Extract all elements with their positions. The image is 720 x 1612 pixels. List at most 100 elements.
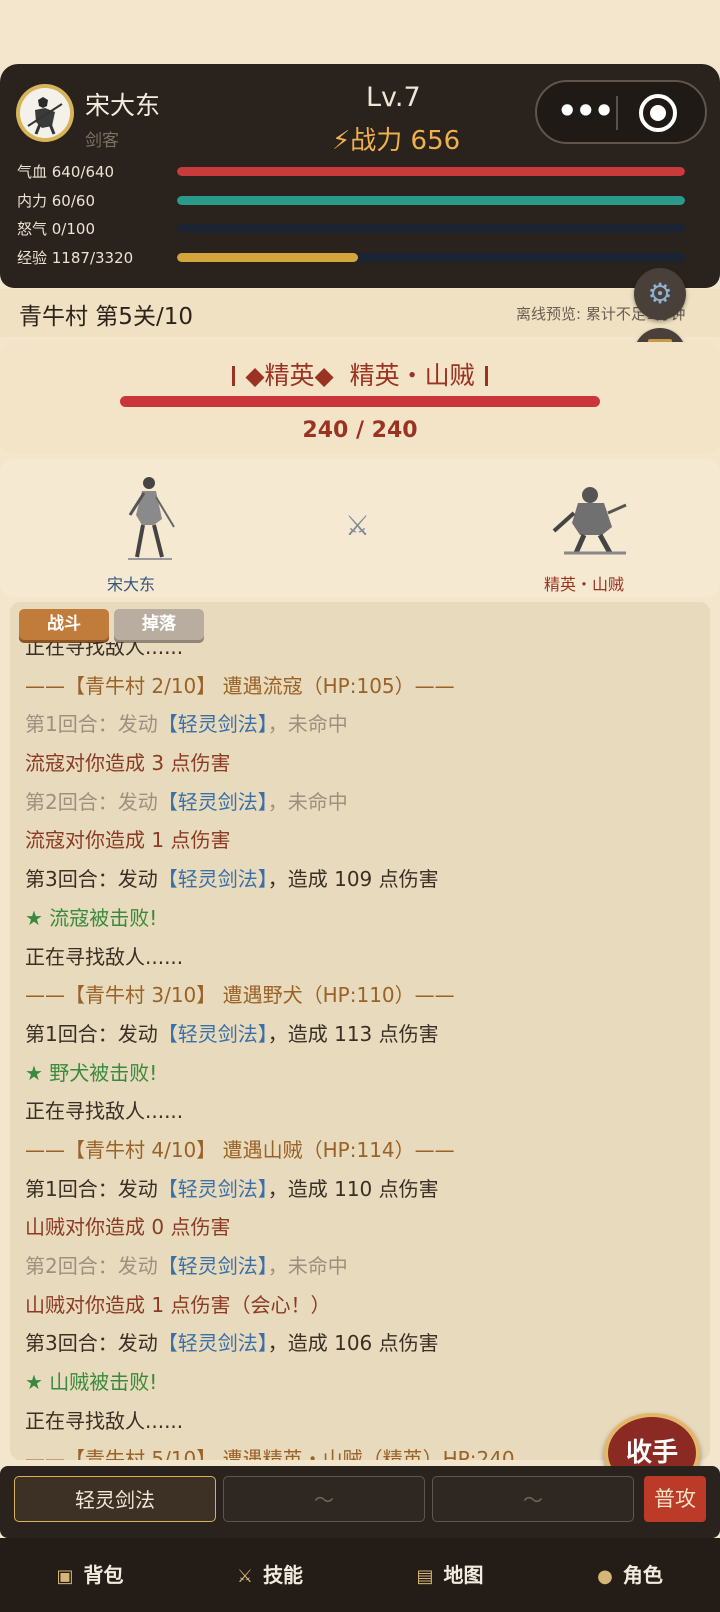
log-text: ——【青牛村 3/10】 遭遇野犬（HP:110）—— bbox=[25, 983, 455, 1008]
log-line: 第1回合：发动【轻灵剑法】，未命中 bbox=[25, 705, 695, 744]
battle-log[interactable]: 正在寻找敌人...... ——【青牛村 2/10】 遭遇流寇（HP:105）—— 第… bbox=[10, 642, 710, 1460]
battle-scene: ⚔ 宋大东 精英・山贼 bbox=[0, 459, 720, 597]
stat-label: 气血 640/640 bbox=[17, 163, 115, 181]
offline-preview[interactable]: 离线预览: 累计不足1分钟 bbox=[516, 303, 716, 324]
player-level: Lv.7 bbox=[366, 82, 421, 113]
nav-character-label: 角色 bbox=[622, 1563, 663, 1587]
miniprogram-capsule: ••• bbox=[535, 80, 707, 144]
skill-name: 【轻灵剑法】 bbox=[157, 712, 268, 737]
bag-icon: ▣ bbox=[56, 1566, 74, 1587]
log-text: 山贼对你造成 0 点伤害 bbox=[25, 1215, 231, 1240]
log-line: ——【青牛村 3/10】 遭遇野犬（HP:110）—— bbox=[25, 976, 695, 1015]
log-line: 第2回合：发动【轻灵剑法】，未命中 bbox=[25, 783, 695, 822]
log-line: 第3回合：发动【轻灵剑法】，造成 109 点伤害 bbox=[25, 860, 695, 899]
log-text: 第3回合：发动 bbox=[25, 1331, 158, 1356]
log-line: 第3回合：发动【轻灵剑法】，造成 106 点伤害 bbox=[25, 1324, 695, 1363]
bottom-nav: ▣ 背包 ⚔ 技能 ▤ 地图 ● 角色 bbox=[0, 1538, 720, 1612]
nav-character[interactable]: ● 角色 bbox=[540, 1538, 720, 1612]
log-text: ——【青牛村 4/10】 遭遇山贼（HP:114）—— bbox=[25, 1137, 455, 1162]
log-text: ——【青牛村 2/10】 遭遇流寇（HP:105）—— bbox=[25, 673, 455, 698]
player-header: 宋大东 剑客 Lv.7 ⚡战力 656 ●4648 ◆ 0 ••• 气血 640… bbox=[0, 64, 720, 288]
person-icon: ● bbox=[597, 1566, 613, 1587]
nav-skills-label: 技能 bbox=[263, 1563, 304, 1587]
settings-button[interactable]: ⚙ bbox=[634, 268, 686, 320]
log-text: 第1回合：发动 bbox=[25, 712, 158, 737]
log-text: ，未命中 bbox=[267, 1254, 348, 1278]
log-text: ★ 野犬被击败! bbox=[25, 1060, 158, 1085]
top-spacer bbox=[0, 0, 720, 64]
enemy-hp-text: 240 / 240 bbox=[302, 418, 418, 443]
battle-log-panel: 战斗 掉落 正在寻找敌人...... ——【青牛村 2/10】 遭遇流寇（HP:1… bbox=[10, 602, 710, 1460]
skill-name: 【轻灵剑法】 bbox=[157, 789, 268, 814]
log-text: 第1回合：发动 bbox=[25, 1176, 158, 1201]
combat-power-value: 战力 656 bbox=[350, 126, 461, 156]
log-text: ，造成 106 点伤害 bbox=[267, 1331, 439, 1356]
log-text: 第1回合：发动 bbox=[25, 1021, 158, 1046]
log-line: 第1回合：发动【轻灵剑法】，造成 110 点伤害 bbox=[25, 1170, 695, 1209]
stat-row: 经验 1187/3320 bbox=[17, 247, 707, 269]
tab-drops[interactable]: 掉落 bbox=[114, 609, 204, 640]
normal-attack-button[interactable]: 普攻 bbox=[644, 1476, 706, 1522]
skill-name: 【轻灵剑法】 bbox=[157, 1021, 268, 1046]
log-text: ★ 流寇被击败! bbox=[25, 905, 158, 930]
log-text: ——【青牛村 5/10】 遭遇精英・山贼（精英）HP:240 bbox=[25, 1447, 515, 1460]
log-text: ，造成 113 点伤害 bbox=[267, 1021, 439, 1046]
skill-slot-1[interactable]: 轻灵剑法 bbox=[14, 1476, 216, 1522]
log-text: 第2回合：发动 bbox=[25, 1254, 158, 1278]
stat-label: 内力 60/60 bbox=[17, 192, 95, 210]
player-name: 宋大东 bbox=[85, 91, 161, 120]
enemy-title: ◆精英◆ 精英・山贼 bbox=[0, 356, 720, 392]
log-text: 山贼对你造成 1 点伤害（会心！） bbox=[25, 1292, 331, 1317]
enemy-hp-bar bbox=[120, 396, 600, 407]
hero-figure-icon bbox=[128, 477, 175, 560]
log-line: 第2回合：发动【轻灵剑法】，未命中 bbox=[25, 1247, 695, 1286]
skill-name: 【轻灵剑法】 bbox=[157, 1176, 268, 1201]
log-line: 正在寻找敌人...... bbox=[25, 938, 695, 977]
log-text: ，造成 109 点伤害 bbox=[267, 867, 439, 892]
log-text: 第3回合：发动 bbox=[25, 867, 158, 892]
gear-icon: ⚙ bbox=[647, 277, 673, 310]
tab-battle[interactable]: 战斗 bbox=[19, 609, 109, 640]
enemy-name-label: 精英・山贼 bbox=[544, 575, 625, 594]
skill-slot-2[interactable]: ～ bbox=[223, 1476, 425, 1522]
swords-icon: ⚔ bbox=[236, 1566, 254, 1587]
stat-bar-fill bbox=[177, 253, 359, 262]
log-line: 正在寻找敌人...... bbox=[25, 1402, 695, 1441]
enemy-name-title: 精英・山贼 bbox=[349, 361, 475, 390]
stat-row: 气血 640/640 bbox=[17, 161, 707, 183]
stat-bar bbox=[177, 167, 685, 176]
stat-bar bbox=[177, 224, 685, 233]
log-line: ★ 野犬被击败! bbox=[25, 1054, 695, 1093]
log-text: 第2回合：发动 bbox=[25, 789, 158, 814]
stat-bar-fill bbox=[177, 167, 685, 176]
avatar[interactable] bbox=[16, 84, 74, 142]
stat-label: 怒气 0/100 bbox=[17, 220, 95, 238]
nav-map-label: 地图 bbox=[443, 1563, 484, 1587]
stat-row: 怒气 0/100 bbox=[17, 218, 707, 240]
more-icon[interactable]: ••• bbox=[557, 92, 614, 130]
stat-row: 内力 60/60 bbox=[17, 190, 707, 212]
swordsman-portrait-icon bbox=[20, 88, 70, 138]
log-line: 正在寻找敌人...... bbox=[25, 1092, 695, 1131]
nav-bag[interactable]: ▣ 背包 bbox=[0, 1538, 180, 1612]
log-text: 流寇对你造成 3 点伤害 bbox=[25, 751, 231, 776]
stage-name: 青牛村 第5关/10 bbox=[19, 304, 193, 330]
stat-label: 经验 1187/3320 bbox=[17, 249, 134, 267]
skill-name: 【轻灵剑法】 bbox=[157, 867, 268, 892]
log-line: ——【青牛村 4/10】 遭遇山贼（HP:114）—— bbox=[25, 1131, 695, 1170]
stat-bar bbox=[177, 253, 685, 262]
close-miniprogram-icon[interactable] bbox=[639, 94, 677, 132]
elite-tag: ◆精英◆ bbox=[245, 361, 334, 390]
log-text: 正在寻找敌人...... bbox=[25, 642, 184, 659]
log-line: ——【青牛村 5/10】 遭遇精英・山贼（精英）HP:240 bbox=[25, 1440, 695, 1460]
nav-skills[interactable]: ⚔ 技能 bbox=[180, 1538, 360, 1612]
skill-bar: 轻灵剑法 ～ ～ 普攻 bbox=[0, 1466, 720, 1538]
nav-map[interactable]: ▤ 地图 bbox=[360, 1538, 540, 1612]
log-line: 流寇对你造成 3 点伤害 bbox=[25, 744, 695, 783]
lightning-icon: ⚡ bbox=[332, 126, 351, 156]
bandit-figure-icon bbox=[552, 487, 627, 555]
log-line: ★ 山贼被击败! bbox=[25, 1363, 695, 1402]
skill-slot-3[interactable]: ～ bbox=[432, 1476, 634, 1522]
log-text: 正在寻找敌人...... bbox=[25, 1408, 184, 1433]
log-line: ——【青牛村 2/10】 遭遇流寇（HP:105）—— bbox=[25, 667, 695, 706]
